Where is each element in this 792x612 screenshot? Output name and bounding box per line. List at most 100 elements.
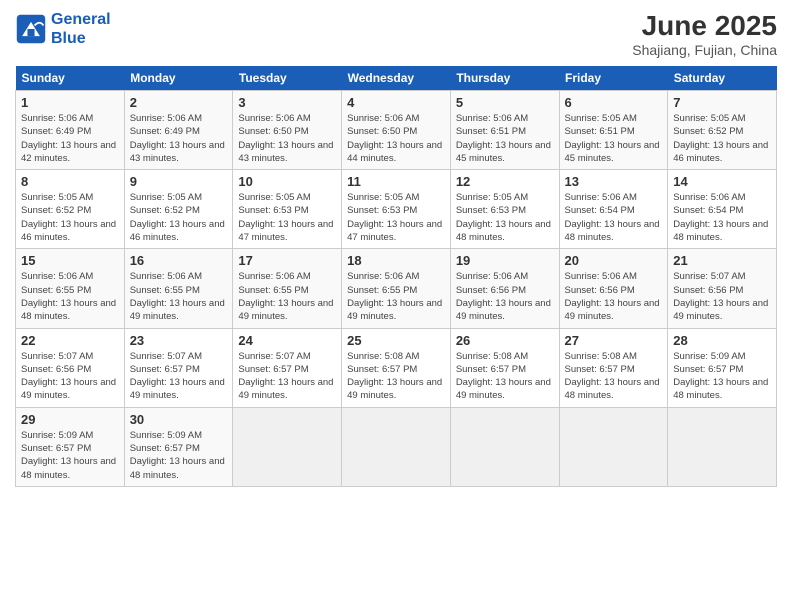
day-info: Sunrise: 5:08 AM Sunset: 6:57 PM Dayligh… <box>456 350 554 403</box>
day-info: Sunrise: 5:05 AM Sunset: 6:53 PM Dayligh… <box>238 191 336 244</box>
day-number: 1 <box>21 95 119 110</box>
calendar-cell: 8 Sunrise: 5:05 AM Sunset: 6:52 PM Daylig… <box>16 170 125 249</box>
day-info: Sunrise: 5:06 AM Sunset: 6:54 PM Dayligh… <box>673 191 771 244</box>
day-info: Sunrise: 5:08 AM Sunset: 6:57 PM Dayligh… <box>565 350 663 403</box>
calendar-cell: 9 Sunrise: 5:05 AM Sunset: 6:52 PM Daylig… <box>124 170 233 249</box>
day-number: 10 <box>238 174 336 189</box>
calendar-cell: 14 Sunrise: 5:06 AM Sunset: 6:54 PM Dayli… <box>668 170 777 249</box>
header: General Blue June 2025 Shajiang, Fujian,… <box>15 10 777 58</box>
day-info: Sunrise: 5:07 AM Sunset: 6:57 PM Dayligh… <box>238 350 336 403</box>
day-number: 17 <box>238 253 336 268</box>
day-info: Sunrise: 5:05 AM Sunset: 6:53 PM Dayligh… <box>456 191 554 244</box>
calendar-cell: 6 Sunrise: 5:05 AM Sunset: 6:51 PM Daylig… <box>559 91 668 170</box>
calendar-cell: 25Sunrise: 5:08 AM Sunset: 6:57 PM Dayli… <box>342 328 451 407</box>
calendar-cell: 29 Sunrise: 5:09 AM Sunset: 6:57 PM Dayli… <box>16 407 125 486</box>
day-info: Sunrise: 5:05 AM Sunset: 6:53 PM Dayligh… <box>347 191 445 244</box>
calendar-cell: 30 Sunrise: 5:09 AM Sunset: 6:57 PM Dayli… <box>124 407 233 486</box>
calendar-cell: 3Sunrise: 5:06 AM Sunset: 6:50 PM Daylig… <box>233 91 342 170</box>
calendar-cell: 1 Sunrise: 5:06 AM Sunset: 6:49 PM Daylig… <box>16 91 125 170</box>
day-info: Sunrise: 5:06 AM Sunset: 6:50 PM Dayligh… <box>347 112 445 165</box>
day-info: Sunrise: 5:09 AM Sunset: 6:57 PM Dayligh… <box>21 429 119 482</box>
calendar-row: 1 Sunrise: 5:06 AM Sunset: 6:49 PM Daylig… <box>16 91 777 170</box>
calendar-cell: 12 Sunrise: 5:05 AM Sunset: 6:53 PM Dayli… <box>450 170 559 249</box>
month-title: June 2025 <box>632 10 777 42</box>
day-number: 6 <box>565 95 663 110</box>
header-monday: Monday <box>124 66 233 91</box>
day-info: Sunrise: 5:06 AM Sunset: 6:49 PM Dayligh… <box>130 112 228 165</box>
header-saturday: Saturday <box>668 66 777 91</box>
calendar-cell: 7Sunrise: 5:05 AM Sunset: 6:52 PM Daylig… <box>668 91 777 170</box>
day-number: 8 <box>21 174 119 189</box>
calendar-cell <box>450 407 559 486</box>
day-info: Sunrise: 5:08 AM Sunset: 6:57 PM Dayligh… <box>347 350 445 403</box>
day-number: 29 <box>21 412 119 427</box>
day-info: Sunrise: 5:06 AM Sunset: 6:49 PM Dayligh… <box>21 112 119 165</box>
day-number: 21 <box>673 253 771 268</box>
day-number: 18 <box>347 253 445 268</box>
day-info: Sunrise: 5:09 AM Sunset: 6:57 PM Dayligh… <box>673 350 771 403</box>
day-info: Sunrise: 5:09 AM Sunset: 6:57 PM Dayligh… <box>130 429 228 482</box>
day-number: 15 <box>21 253 119 268</box>
day-number: 23 <box>130 333 228 348</box>
day-info: Sunrise: 5:06 AM Sunset: 6:54 PM Dayligh… <box>565 191 663 244</box>
day-number: 22 <box>21 333 119 348</box>
day-number: 4 <box>347 95 445 110</box>
calendar-cell: 21 Sunrise: 5:07 AM Sunset: 6:56 PM Dayli… <box>668 249 777 328</box>
calendar-cell: 11 Sunrise: 5:05 AM Sunset: 6:53 PM Dayli… <box>342 170 451 249</box>
calendar-cell: 17Sunrise: 5:06 AM Sunset: 6:55 PM Dayli… <box>233 249 342 328</box>
day-number: 11 <box>347 174 445 189</box>
weekday-header-row: Sunday Monday Tuesday Wednesday Thursday… <box>16 66 777 91</box>
day-number: 20 <box>565 253 663 268</box>
day-info: Sunrise: 5:05 AM Sunset: 6:52 PM Dayligh… <box>130 191 228 244</box>
calendar-cell: 16Sunrise: 5:06 AM Sunset: 6:55 PM Dayli… <box>124 249 233 328</box>
day-info: Sunrise: 5:06 AM Sunset: 6:55 PM Dayligh… <box>347 270 445 323</box>
logo: General Blue <box>15 10 111 48</box>
calendar-cell: 23 Sunrise: 5:07 AM Sunset: 6:57 PM Dayli… <box>124 328 233 407</box>
calendar-cell: 19 Sunrise: 5:06 AM Sunset: 6:56 PM Dayli… <box>450 249 559 328</box>
calendar-cell <box>233 407 342 486</box>
calendar-row: 22 Sunrise: 5:07 AM Sunset: 6:56 PM Dayli… <box>16 328 777 407</box>
day-number: 30 <box>130 412 228 427</box>
day-number: 2 <box>130 95 228 110</box>
day-number: 3 <box>238 95 336 110</box>
day-number: 16 <box>130 253 228 268</box>
calendar-cell: 4 Sunrise: 5:06 AM Sunset: 6:50 PM Daylig… <box>342 91 451 170</box>
calendar-cell: 10 Sunrise: 5:05 AM Sunset: 6:53 PM Dayli… <box>233 170 342 249</box>
header-thursday: Thursday <box>450 66 559 91</box>
day-info: Sunrise: 5:06 AM Sunset: 6:51 PM Dayligh… <box>456 112 554 165</box>
logo-text: General Blue <box>51 10 111 48</box>
calendar-row: 15 Sunrise: 5:06 AM Sunset: 6:55 PM Dayli… <box>16 249 777 328</box>
title-block: June 2025 Shajiang, Fujian, China <box>632 10 777 58</box>
day-info: Sunrise: 5:06 AM Sunset: 6:56 PM Dayligh… <box>456 270 554 323</box>
calendar-cell <box>668 407 777 486</box>
header-friday: Friday <box>559 66 668 91</box>
day-number: 9 <box>130 174 228 189</box>
day-number: 12 <box>456 174 554 189</box>
day-number: 14 <box>673 174 771 189</box>
calendar-cell: 20Sunrise: 5:06 AM Sunset: 6:56 PM Dayli… <box>559 249 668 328</box>
calendar-cell: 18 Sunrise: 5:06 AM Sunset: 6:55 PM Dayli… <box>342 249 451 328</box>
day-number: 13 <box>565 174 663 189</box>
calendar-row: 29 Sunrise: 5:09 AM Sunset: 6:57 PM Dayli… <box>16 407 777 486</box>
logo-line1: General <box>51 11 111 28</box>
calendar-cell: 22 Sunrise: 5:07 AM Sunset: 6:56 PM Dayli… <box>16 328 125 407</box>
day-info: Sunrise: 5:07 AM Sunset: 6:56 PM Dayligh… <box>673 270 771 323</box>
day-info: Sunrise: 5:05 AM Sunset: 6:51 PM Dayligh… <box>565 112 663 165</box>
day-number: 27 <box>565 333 663 348</box>
header-tuesday: Tuesday <box>233 66 342 91</box>
calendar-cell: 27 Sunrise: 5:08 AM Sunset: 6:57 PM Dayli… <box>559 328 668 407</box>
day-info: Sunrise: 5:07 AM Sunset: 6:56 PM Dayligh… <box>21 350 119 403</box>
day-number: 28 <box>673 333 771 348</box>
location-subtitle: Shajiang, Fujian, China <box>632 42 777 58</box>
day-info: Sunrise: 5:07 AM Sunset: 6:57 PM Dayligh… <box>130 350 228 403</box>
calendar-cell: 26Sunrise: 5:08 AM Sunset: 6:57 PM Dayli… <box>450 328 559 407</box>
calendar-cell: 24Sunrise: 5:07 AM Sunset: 6:57 PM Dayli… <box>233 328 342 407</box>
day-info: Sunrise: 5:05 AM Sunset: 6:52 PM Dayligh… <box>21 191 119 244</box>
header-wednesday: Wednesday <box>342 66 451 91</box>
calendar-table: Sunday Monday Tuesday Wednesday Thursday… <box>15 66 777 487</box>
calendar-cell: 15 Sunrise: 5:06 AM Sunset: 6:55 PM Dayli… <box>16 249 125 328</box>
logo-icon <box>15 13 47 45</box>
day-info: Sunrise: 5:06 AM Sunset: 6:55 PM Dayligh… <box>21 270 119 323</box>
calendar-row: 8 Sunrise: 5:05 AM Sunset: 6:52 PM Daylig… <box>16 170 777 249</box>
day-number: 19 <box>456 253 554 268</box>
